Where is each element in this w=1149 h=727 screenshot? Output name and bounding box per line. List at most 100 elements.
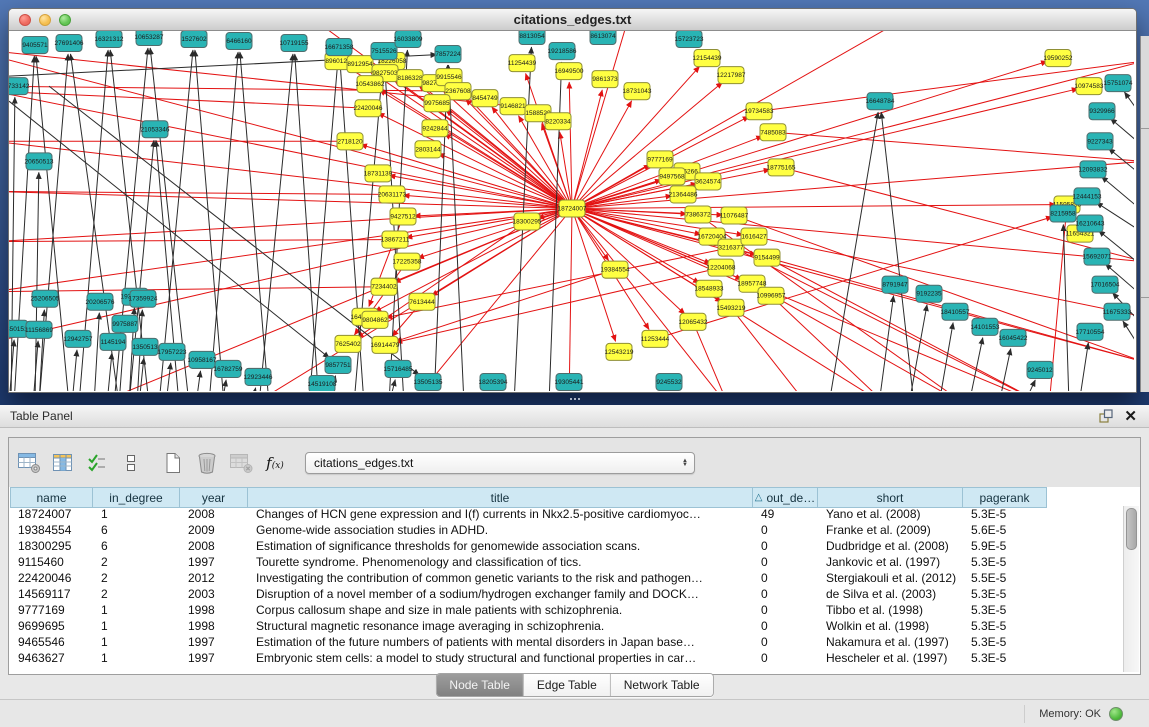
table-row[interactable]: 1872400712008Changes of HCN gene express…	[10, 506, 1047, 522]
table-cell: 1997	[180, 650, 248, 666]
table-cell: 0	[753, 634, 818, 650]
table-cell: Wolkin et al. (1998)	[818, 618, 963, 634]
table-cell: Changes of HCN gene expression and I(f) …	[248, 506, 753, 522]
svg-text:7613444: 7613444	[409, 299, 435, 306]
svg-text:11254439: 11254439	[508, 60, 537, 67]
svg-text:15493219: 15493219	[717, 305, 746, 312]
status-separator	[1024, 705, 1025, 723]
table-selector-dropdown[interactable]: citations_edges.txt ▲▼	[305, 452, 695, 474]
svg-text:18724007: 18724007	[558, 205, 587, 212]
svg-text:7386372: 7386372	[685, 212, 711, 219]
svg-text:9405571: 9405571	[22, 42, 48, 49]
network-window-titlebar[interactable]: citations_edges.txt	[9, 9, 1136, 31]
table-cell: 14569117	[10, 586, 93, 602]
column-header-name[interactable]: name	[10, 488, 93, 507]
network-view-canvas[interactable]: 1872400789601238912954182260589827503818…	[9, 31, 1134, 391]
svg-text:19218586: 19218586	[548, 48, 577, 55]
svg-text:16782759: 16782759	[214, 366, 243, 373]
table-row[interactable]: 946362711997Embryonic stem cells: a mode…	[10, 650, 1047, 666]
delete-column-icon[interactable]	[193, 449, 221, 477]
column-header-pagerank[interactable]: pagerank	[963, 488, 1047, 507]
svg-text:18548933: 18548933	[695, 286, 724, 293]
svg-text:18957748: 18957748	[738, 281, 767, 288]
table-mode-icon[interactable]	[15, 449, 43, 477]
right-dock-edge[interactable]	[1140, 36, 1149, 392]
column-header-title[interactable]: title	[248, 488, 753, 507]
svg-text:18205394: 18205394	[479, 379, 508, 386]
float-panel-icon[interactable]	[1096, 408, 1116, 424]
network-window[interactable]: citations_edges.txt 18724007896012389129…	[8, 8, 1137, 393]
tab-edge-table[interactable]: Edge Table	[524, 674, 611, 696]
show-columns-icon[interactable]	[49, 449, 77, 477]
desktop-background: citations_edges.txt 18724007896012389129…	[0, 0, 1149, 405]
scrollbar-thumb[interactable]	[1126, 508, 1137, 550]
svg-text:6466160: 6466160	[226, 38, 252, 45]
table-cell: 1	[93, 602, 180, 618]
table-cell: Estimation of the future numbers of pati…	[248, 634, 753, 650]
table-cell: Tibbo et al. (1998)	[818, 602, 963, 618]
svg-text:1145194: 1145194	[101, 339, 126, 346]
table-selector-value: citations_edges.txt	[314, 456, 682, 470]
memory-ok-led-icon[interactable]	[1109, 707, 1123, 721]
table-cell: Genome-wide association studies in ADHD.	[248, 522, 753, 538]
svg-text:16210643: 16210643	[1076, 221, 1105, 228]
table-panel-title: Table Panel	[0, 409, 73, 423]
table-row[interactable]: 2242004622012Investigating the contribut…	[10, 570, 1047, 586]
close-icon[interactable]: ✕	[1124, 407, 1137, 425]
svg-text:9245532: 9245532	[656, 379, 682, 386]
table-cell: Estimation of significance thresholds fo…	[248, 538, 753, 554]
svg-text:8912954: 8912954	[347, 61, 373, 68]
table-cell: 0	[753, 538, 818, 554]
svg-text:17225358: 17225358	[393, 259, 422, 266]
memory-status-label: Memory: OK	[1039, 708, 1101, 720]
column-header-short[interactable]: short	[818, 488, 963, 507]
citation-network-graph: 1872400789601238912954182260589827503818…	[9, 31, 1134, 391]
svg-text:10974583: 10974583	[1075, 83, 1104, 90]
tab-node-table[interactable]: Node Table	[436, 674, 524, 696]
svg-text:13867211: 13867211	[381, 237, 410, 244]
select-columns-icon[interactable]	[83, 449, 111, 477]
table-cell: Jankovic et al. (1997)	[818, 554, 963, 570]
column-header-year[interactable]: year	[180, 488, 248, 507]
table-cell: Hescheler et al. (1997)	[818, 650, 963, 666]
svg-text:18731043: 18731043	[623, 88, 652, 95]
table-row[interactable]: 946554611997Estimation of the future num…	[10, 634, 1047, 650]
table-panel-titlebar[interactable]: Table Panel ✕	[0, 405, 1149, 428]
table-cell: 0	[753, 522, 818, 538]
svg-text:9975685: 9975685	[424, 100, 450, 107]
table-cell: Disruption of a novel member of a sodium…	[248, 586, 753, 602]
table-cell: Yano et al. (2008)	[818, 506, 963, 522]
function-builder-icon[interactable]: f(x)	[261, 449, 289, 477]
table-cell: 6	[93, 522, 180, 538]
svg-text:12444153: 12444153	[1073, 193, 1102, 200]
split-pane-grip[interactable]	[569, 397, 583, 403]
vertical-scrollbar[interactable]	[1123, 506, 1139, 672]
table-row[interactable]: 1938455462009Genome-wide association stu…	[10, 522, 1047, 538]
table-cell: 5.5E-5	[963, 570, 1047, 586]
table-row[interactable]: 911546021997Tourette syndrome. Phenomeno…	[10, 554, 1047, 570]
svg-text:14519108: 14519108	[308, 381, 337, 388]
column-header-in_degree[interactable]: in_degree	[93, 488, 180, 507]
table-row[interactable]: 1830029562008Estimation of significance …	[10, 538, 1047, 554]
row-height-icon[interactable]	[117, 449, 145, 477]
create-column-icon[interactable]	[159, 449, 187, 477]
svg-text:3216377: 3216377	[718, 245, 744, 252]
svg-text:7234402: 7234402	[371, 284, 397, 291]
table-cell: 5.3E-5	[963, 602, 1047, 618]
table-cell: 2	[93, 554, 180, 570]
table-row[interactable]: 969969511998Structural magnetic resonanc…	[10, 618, 1047, 634]
table-row[interactable]: 1456911722003Disruption of a novel membe…	[10, 586, 1047, 602]
svg-text:17359924: 17359924	[129, 296, 158, 303]
svg-text:15723723: 15723723	[675, 36, 704, 43]
tab-network-table[interactable]: Network Table	[611, 674, 713, 696]
svg-text:9192235: 9192235	[916, 291, 942, 298]
svg-text:8186328: 8186328	[397, 75, 423, 82]
table-cell: 18300295	[10, 538, 93, 554]
svg-text:12065432: 12065432	[679, 319, 708, 326]
svg-text:2367608: 2367608	[445, 88, 471, 95]
table-cell: 0	[753, 570, 818, 586]
column-header-out_de[interactable]: △out_de…	[753, 488, 818, 507]
svg-text:25206505: 25206505	[31, 296, 60, 303]
table-cell: Corpus callosum shape and size in male p…	[248, 602, 753, 618]
table-row[interactable]: 977716911998Corpus callosum shape and si…	[10, 602, 1047, 618]
